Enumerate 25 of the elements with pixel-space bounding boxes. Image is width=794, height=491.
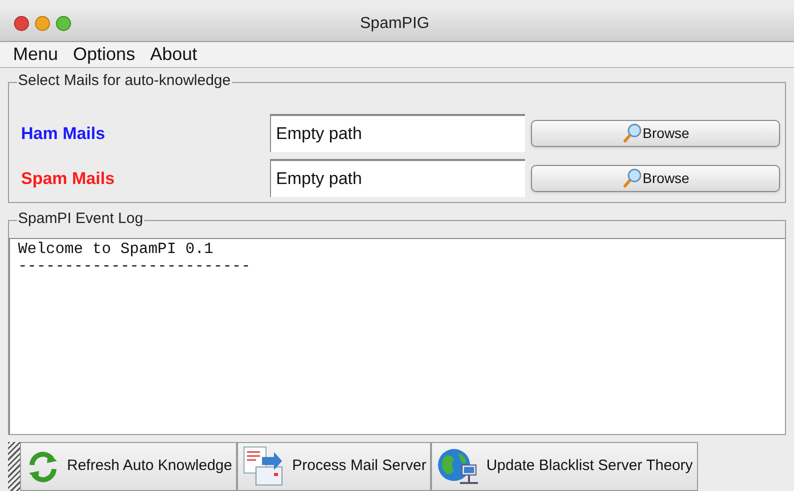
field-label: Ham Mails <box>20 122 106 145</box>
search-icon <box>622 123 642 144</box>
search-icon <box>622 168 642 188</box>
minimize-button[interactable] <box>35 16 50 32</box>
path-field[interactable]: Empty path <box>270 159 525 198</box>
toolbar-button[interactable]: Update Blacklist Server Theory <box>431 442 698 491</box>
log-line: ------------------------- <box>18 258 252 275</box>
toolbar-button[interactable]: Refresh Auto Knowledge <box>20 442 238 491</box>
browse-button[interactable]: Browse <box>531 164 780 192</box>
browse-button[interactable]: Browse <box>531 120 780 147</box>
log-area[interactable]: Welcome to SpamPI 0.1 ------------------------- <box>9 238 785 434</box>
globe-network-icon <box>436 446 480 487</box>
field-label: Spam Mails <box>20 168 116 190</box>
group-title: SpamPI Event Log <box>17 210 144 228</box>
close-button[interactable] <box>14 16 29 32</box>
group-title: Select Mails for auto-knowledge <box>17 72 232 90</box>
path-field[interactable]: Empty path <box>270 114 525 152</box>
menu-item[interactable]: Options <box>73 41 136 68</box>
toolbar-button[interactable]: Process Mail Server <box>237 442 432 491</box>
zoom-button[interactable] <box>56 16 71 32</box>
window-title: SpamPIG <box>360 14 430 34</box>
menu-item[interactable]: About <box>150 41 198 68</box>
log-line: Welcome to SpamPI 0.1 <box>18 240 214 258</box>
menu-item[interactable]: Menu <box>13 41 58 68</box>
toolbar-grip[interactable] <box>8 442 20 491</box>
